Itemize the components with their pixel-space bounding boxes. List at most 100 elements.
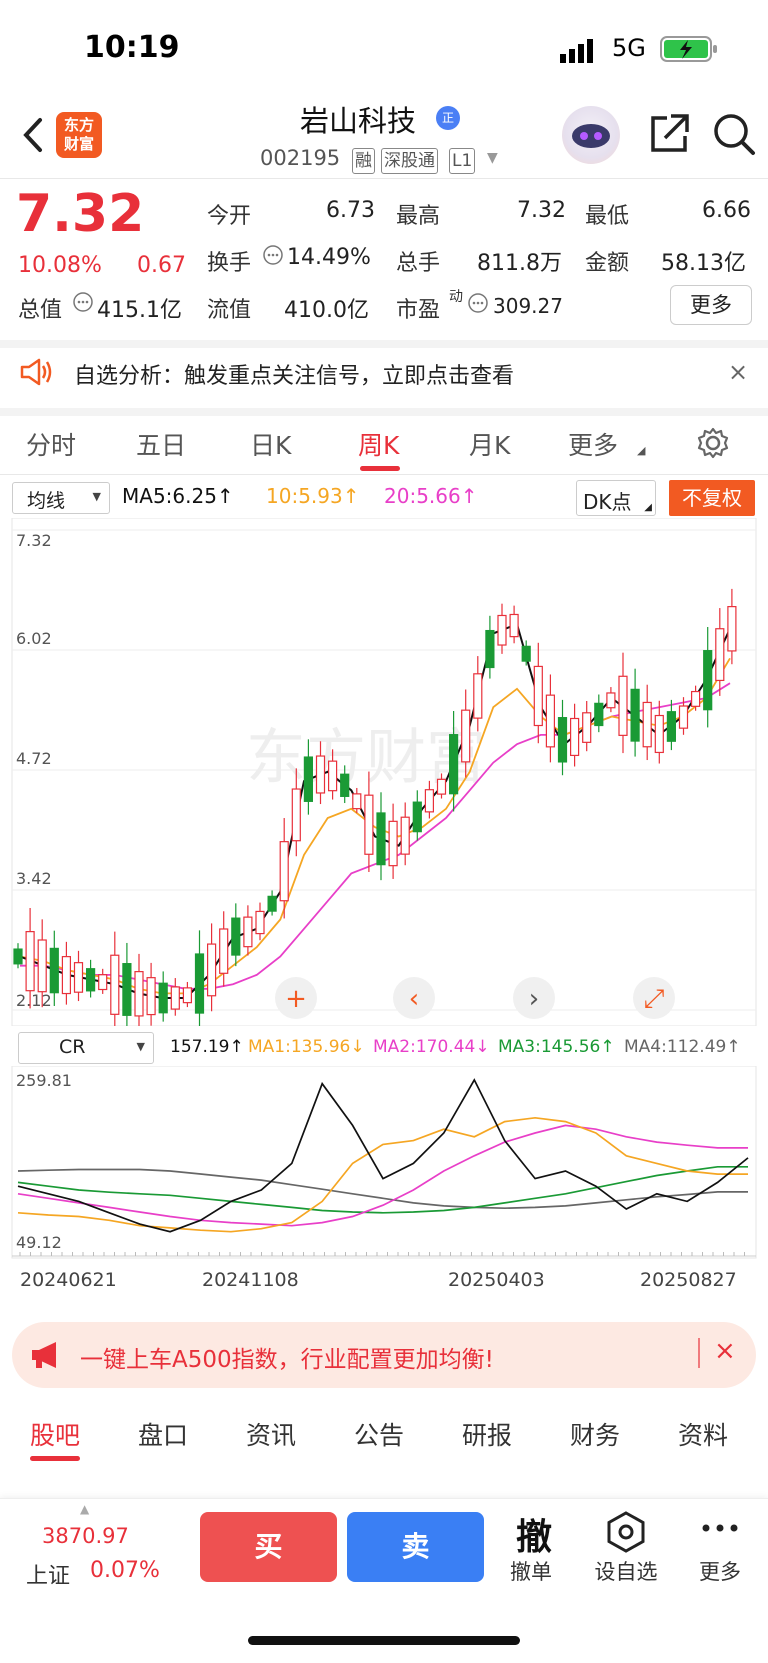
settings-gear-icon[interactable] [696,426,730,464]
candle-body [557,717,568,763]
candle-body [13,948,23,965]
x-tick-label: 20241108 [202,1269,299,1291]
tab-research[interactable]: 研报 [462,1416,512,1452]
tab-five-day[interactable]: 五日 [136,426,186,462]
candle-body [73,962,84,993]
y-tick-label: 7.32 [16,531,52,550]
status-time: 10:19 [84,30,180,65]
turnover-label: 换手 [207,251,252,276]
index-name[interactable]: 上证 [26,1558,70,1590]
notice-close-icon[interactable]: × [728,358,748,386]
scroll-right-button[interactable]: › [513,977,555,1019]
index-value[interactable]: 3870.97 [42,1524,129,1548]
no-adjust-button[interactable]: 不复权 [669,480,755,516]
candle-body [303,756,313,802]
cr-chart[interactable]: 259.81 49.12 20240621 20241108 20250403 20250… [0,1066,768,1306]
cancel-order-icon[interactable]: 撤 [510,1508,558,1560]
info-icon[interactable] [72,291,94,317]
amount-label: 金额 [585,251,630,276]
tab-finance[interactable]: 财务 [570,1416,620,1452]
candle-body [461,709,471,763]
scroll-left-button[interactable]: ‹ [393,977,435,1019]
last-price: 7.32 [16,184,145,244]
info-icon[interactable] [262,244,284,270]
cr-line-ma1 [17,1116,748,1233]
back-button[interactable] [16,112,50,158]
candle-body [449,734,459,795]
tab-weekly-k[interactable]: 周K [358,426,399,462]
mcap-label: 总值 [18,298,63,323]
y-tick-label: 49.12 [16,1233,62,1252]
candle-body [690,690,701,707]
candle-body [642,701,652,748]
candle-body [170,986,180,1010]
cr-ma1-label: MA1:135.96↓ [248,1037,365,1057]
expand-caret-icon[interactable]: ▲ [80,1502,89,1516]
more-dots-icon[interactable] [700,1518,740,1542]
dk-point-select[interactable]: DK点 ◢ [576,480,656,516]
candle-body [315,755,326,794]
kline-chart[interactable]: 7.326.024.723.422.12东方财富+ ‹ › ⤢ [0,518,768,1026]
more-quote-button[interactable]: 更多 [670,285,752,325]
candle-body [255,910,265,935]
candle-body [533,665,543,727]
more-label[interactable]: 更多 [680,1556,760,1586]
candle-body [727,606,737,652]
cr-label: 157.19↑ [170,1037,244,1057]
cancel-order-label[interactable]: 撤单 [491,1556,571,1586]
candle-body [291,788,301,842]
candle-body [436,778,447,795]
tag-margin: 融 [352,148,375,174]
ma10-label: 10:5.93↑ [266,484,360,508]
candle-body [25,931,35,992]
candle-body [497,614,507,646]
tab-active-indicator [360,466,400,471]
candle-body [485,629,495,669]
mcap-value: 415.1亿 [97,298,182,323]
candle-body [630,688,640,742]
add-watchlist-icon[interactable] [604,1510,648,1558]
candle-body [158,982,168,1014]
ai-assistant-icon[interactable] [562,106,620,164]
tab-intraday[interactable]: 分时 [26,426,76,462]
candle-body [37,939,47,993]
candle-body [85,968,96,992]
add-watchlist-label[interactable]: 设自选 [586,1556,666,1586]
tab-more[interactable]: 更多 [568,426,618,462]
info-icon[interactable] [467,292,489,318]
cr-ma2-label: MA2:170.44↓ [373,1037,490,1057]
cr-ma3-label: MA3:145.56↑ [498,1037,615,1057]
float-label: 流值 [207,298,252,323]
candle-body [703,650,713,711]
y-tick-label: 4.72 [16,749,52,768]
caret-down-icon[interactable]: ▼ [487,150,498,166]
candle-body [364,794,374,855]
banner-close-icon[interactable]: × [714,1336,736,1366]
sell-button[interactable]: 卖 [347,1512,484,1582]
tab-forum[interactable]: 股吧 [30,1416,80,1452]
tab-profile[interactable]: 资料 [678,1416,728,1452]
notice-text[interactable]: 自选分析：触发重点关注信号，立即点击查看 [74,358,514,390]
tab-announcements[interactable]: 公告 [354,1416,404,1452]
candle-body [654,714,664,754]
fullscreen-button[interactable]: ⤢ [633,977,675,1019]
tab-monthly-k[interactable]: 月K [469,426,510,462]
tab-orderbook[interactable]: 盘口 [138,1416,188,1452]
y-tick-label: 2.12 [16,991,52,1010]
stock-name: 岩山科技 [300,104,417,138]
crosshair-button[interactable]: + [275,977,317,1019]
buy-button[interactable]: 买 [200,1512,337,1582]
promo-text[interactable]: 一键上车A500指数，行业配置更加均衡! [80,1340,494,1374]
indicator-select[interactable]: 均线 ▼ [12,482,110,514]
index-change[interactable]: 0.07% [90,1558,160,1583]
share-icon[interactable] [647,112,691,156]
megaphone-icon [30,1340,64,1374]
cr-ma4-label: MA4:112.49↑ [624,1037,741,1057]
y-tick-label: 6.02 [16,629,52,648]
sub-chart-frame [11,1066,757,1259]
tab-daily-k[interactable]: 日K [250,426,291,462]
pe-label: 市盈 [396,298,441,323]
tab-news[interactable]: 资讯 [246,1416,296,1452]
sub-indicator-select[interactable]: CR ▼ [18,1032,154,1064]
search-icon[interactable] [712,112,756,156]
